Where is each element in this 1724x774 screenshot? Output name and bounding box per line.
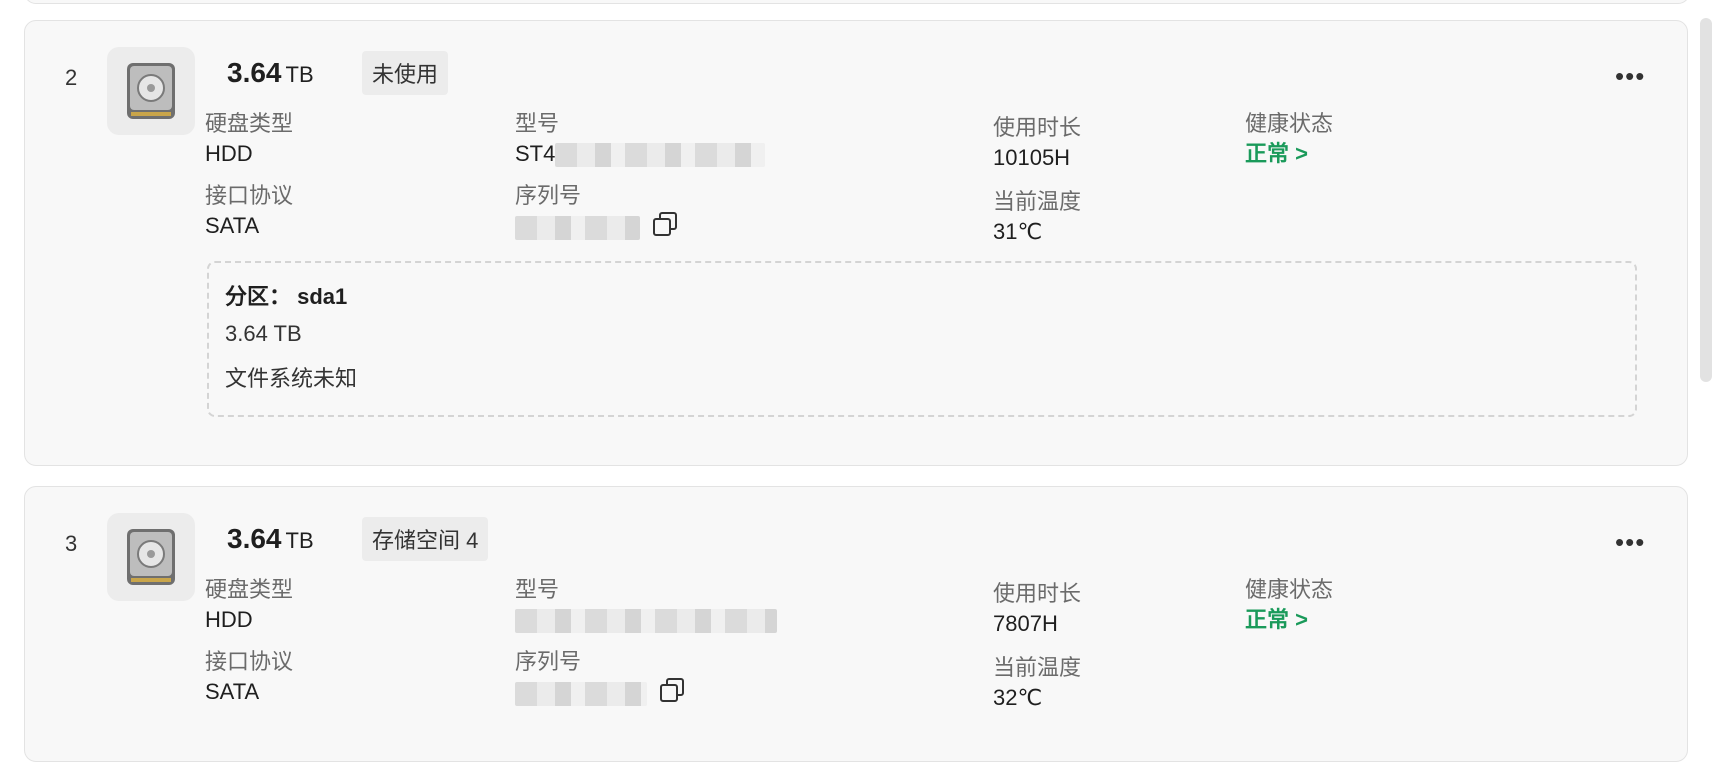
- model-value-text: ST4: [515, 141, 556, 166]
- temperature-value: 32℃: [993, 685, 1043, 710]
- disk-type-field: 硬盘类型 HDD: [205, 575, 293, 635]
- hard-drive-icon: [107, 513, 195, 601]
- temperature-label: 当前温度: [993, 189, 1082, 214]
- model-value: ST4: [515, 139, 766, 169]
- usage-hours-label: 使用时长: [993, 581, 1082, 606]
- copy-icon[interactable]: [652, 211, 678, 245]
- model-redacted: [555, 143, 766, 168]
- serial-field: 序列号: [515, 647, 685, 711]
- disk-capacity: 3.64 TB: [227, 57, 314, 89]
- capacity-unit: TB: [285, 528, 314, 553]
- serial-redacted: [515, 682, 647, 706]
- disk-status-tag: 存储空间 4: [362, 517, 489, 561]
- disk-index: 2: [65, 65, 78, 90]
- model-field: 型号: [515, 575, 777, 635]
- disk-type-value: HDD: [205, 607, 253, 632]
- disk-index: 3: [65, 531, 78, 556]
- more-options-button[interactable]: •••: [1615, 527, 1645, 558]
- partition-title: 分区： sda1: [225, 284, 348, 309]
- disk-card: 3 3.64 TB 存储空间 4 ••• 硬盘类型 HDD 型号 使用时长 780…: [24, 486, 1688, 762]
- model-label: 型号: [515, 577, 560, 602]
- model-value: [515, 605, 777, 635]
- capacity-value: 3.64: [227, 523, 282, 554]
- temperature-field: 当前温度 32℃: [993, 653, 1081, 713]
- more-options-button[interactable]: •••: [1615, 61, 1645, 92]
- serial-value: [515, 211, 678, 245]
- temperature-field: 当前温度 31℃: [993, 187, 1081, 247]
- disk-card: 2 3.64 TB 未使用 ••• 硬盘类型 HDD 型号 ST4 使用时长 10…: [24, 20, 1688, 466]
- health-status-field: 健康状态 正常 >: [1245, 575, 1333, 635]
- temperature-value: 31℃: [993, 219, 1043, 244]
- partition-size: 3.64 TB: [225, 321, 302, 346]
- disk-status-tag: 未使用: [362, 51, 449, 95]
- interface-value: SATA: [205, 679, 260, 704]
- vertical-scrollbar[interactable]: [1700, 18, 1712, 382]
- previous-disk-card: [24, 0, 1690, 4]
- usage-hours-field: 使用时长 10105H: [993, 113, 1081, 173]
- usage-hours-value: 10105H: [993, 145, 1071, 170]
- copy-icon[interactable]: [659, 677, 685, 711]
- usage-hours-value: 7807H: [993, 611, 1058, 636]
- usage-hours-label: 使用时长: [993, 115, 1082, 140]
- disk-type-field: 硬盘类型 HDD: [205, 109, 293, 169]
- serial-label: 序列号: [515, 649, 582, 674]
- model-field: 型号 ST4: [515, 109, 766, 169]
- serial-field: 序列号: [515, 181, 678, 245]
- health-status-field: 健康状态 正常 >: [1245, 109, 1333, 169]
- interface-value: SATA: [205, 213, 260, 238]
- health-status-link[interactable]: 正常 >: [1245, 605, 1333, 635]
- health-status-link[interactable]: 正常 >: [1245, 139, 1333, 169]
- hard-drive-icon: [107, 47, 195, 135]
- interface-label: 接口协议: [205, 649, 294, 674]
- capacity-unit: TB: [285, 62, 314, 87]
- partition-box: 分区： sda1 3.64 TB 文件系统未知: [207, 261, 1637, 417]
- interface-field: 接口协议 SATA: [205, 181, 293, 241]
- model-redacted: [515, 609, 777, 634]
- health-status-label: 健康状态: [1245, 111, 1334, 136]
- serial-label: 序列号: [515, 183, 582, 208]
- usage-hours-field: 使用时长 7807H: [993, 579, 1081, 639]
- interface-field: 接口协议 SATA: [205, 647, 293, 707]
- model-label: 型号: [515, 111, 560, 136]
- capacity-value: 3.64: [227, 57, 282, 88]
- disk-type-label: 硬盘类型: [205, 577, 294, 602]
- partition-filesystem: 文件系统未知: [225, 366, 358, 391]
- disk-type-value: HDD: [205, 141, 253, 166]
- serial-value: [515, 677, 685, 711]
- temperature-label: 当前温度: [993, 655, 1082, 680]
- disk-capacity: 3.64 TB: [227, 523, 314, 555]
- serial-redacted: [515, 216, 640, 240]
- health-status-label: 健康状态: [1245, 577, 1334, 602]
- disk-type-label: 硬盘类型: [205, 111, 294, 136]
- interface-label: 接口协议: [205, 183, 294, 208]
